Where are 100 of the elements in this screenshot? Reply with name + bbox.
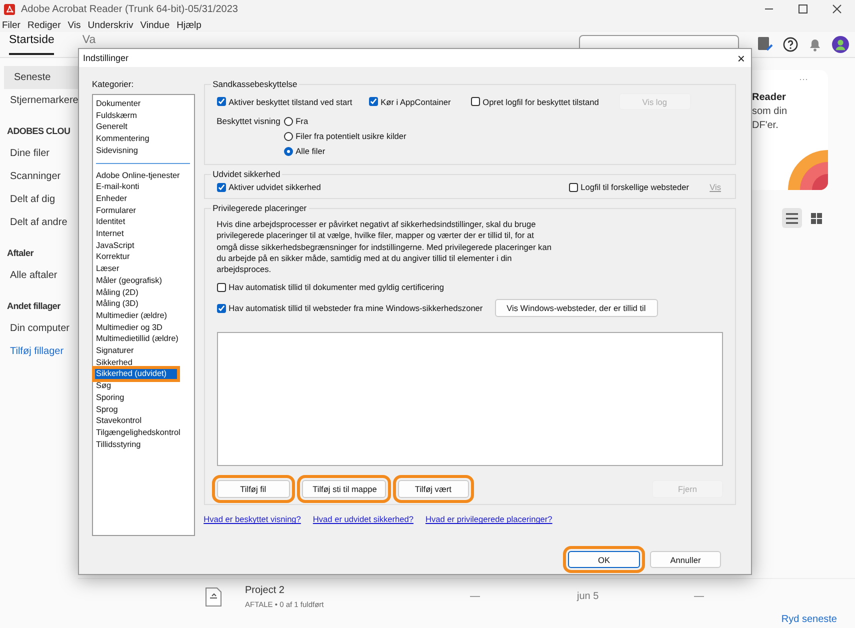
menu-item[interactable]: Underskriv: [88, 20, 134, 30]
checkbox[interactable]: [568, 182, 578, 192]
checkbox-option[interactable]: Kør i AppContainer: [368, 96, 471, 106]
sidebar-item[interactable]: Delt af andre: [0, 211, 78, 234]
checkbox-option[interactable]: Aktiver beskyttet tilstand ved start: [216, 96, 369, 106]
menu-item[interactable]: Filer: [2, 20, 20, 30]
radio-button[interactable]: [284, 146, 293, 156]
card-text: som din: [752, 106, 788, 117]
window-title: Adobe Acrobat Reader (Trunk 64-bit)-05/31/2023: [21, 4, 239, 14]
checkbox-option[interactable]: Opret logfil for beskyttet tilstand: [470, 96, 619, 106]
checkbox[interactable]: [216, 97, 226, 106]
category-item[interactable]: Identitet: [94, 216, 194, 228]
menu-item[interactable]: Vis: [68, 20, 81, 30]
category-item[interactable]: Søg: [94, 380, 194, 392]
category-item[interactable]: Tilgængelighedskontrol: [94, 426, 194, 439]
category-item[interactable]: Dokumenter: [94, 98, 194, 110]
group-title: Privilegerede placeringer: [212, 203, 308, 213]
category-item[interactable]: Multimedietillid (ældre): [94, 333, 194, 346]
sidebar-item[interactable]: Stjernemarkere: [0, 89, 78, 112]
radio-option[interactable]: Fra: [284, 116, 406, 126]
group-title: Sandkassebeskyttelse: [212, 79, 298, 89]
sidebar-item[interactable]: Din computer: [0, 317, 78, 340]
radio-button[interactable]: [284, 116, 293, 126]
sidebar-item[interactable]: Alle aftaler: [0, 264, 78, 287]
table-cell-text: —: [694, 591, 705, 602]
date-cell-text: jun 5: [577, 591, 600, 602]
category-item[interactable]: Signaturer: [94, 345, 194, 357]
category-item[interactable]: E-mail-konti: [94, 181, 194, 193]
help-icon[interactable]: [783, 36, 798, 52]
checkbox-option[interactable]: Aktiver udvidet sikkerhed: [216, 182, 569, 192]
category-item[interactable]: Generelt: [94, 121, 194, 134]
category-item[interactable]: Enheder: [94, 192, 194, 205]
checkbox[interactable]: [216, 282, 226, 292]
checkbox-option[interactable]: Hav automatisk tillid til dokumenter med gyldig certificering: [216, 282, 444, 292]
sidebar-item[interactable]: Seneste: [4, 66, 78, 89]
description-text: Hvis dine arbejdsprocesser er påvirket negativt af sikkerhedsindstillinger, skal du bruge privilegerede placeringer til at vælge, hvilke filer, mapper og værter der er tillid til, for at omgå disse sikkerhedsbegrænsninger for indstillingerne. Med privilegerede placeringer kan du arbejde på en sikker måde, samtidig med at du angiver tillid til elementer i din arbejdsproces.: [216, 219, 552, 276]
category-item[interactable]: Måler (geografisk): [94, 274, 194, 287]
card-title: Reader: [752, 92, 787, 103]
sidebar-link[interactable]: Tilføj fillager: [0, 340, 78, 363]
protected-view-label: Beskyttet visning: [216, 116, 282, 126]
group-title: Udvidet sikkerhed: [212, 169, 282, 179]
menu-item[interactable]: Rediger: [27, 20, 61, 30]
category-item[interactable]: Tillidsstyring: [94, 438, 194, 450]
category-item[interactable]: Sporing: [94, 392, 194, 404]
tab[interactable]: Startside: [9, 34, 54, 55]
category-item[interactable]: Måling (3D): [94, 298, 194, 310]
category-item[interactable]: Korrektur: [94, 251, 194, 264]
help-link[interactable]: Hvad er beskyttet visning?: [204, 514, 301, 524]
category-item[interactable]: Sidevisning: [94, 144, 194, 157]
sidebar-item[interactable]: Dine filer: [0, 142, 78, 165]
sidebar-heading: Aftaler: [6, 247, 35, 260]
help-link[interactable]: Hvad er udvidet sikkerhed?: [312, 514, 414, 524]
sidebar-item[interactable]: Scanninger: [0, 165, 78, 188]
checkbox-option[interactable]: Logfil til forskellige websteder: [568, 182, 710, 192]
checkbox[interactable]: [216, 304, 226, 313]
category-item[interactable]: Sikkerhed (udvidet): [94, 368, 178, 380]
category-item[interactable]: Formularer: [94, 204, 194, 216]
category-item[interactable]: JavaScript: [94, 240, 194, 252]
document-pen-icon[interactable]: [757, 36, 773, 52]
grid-icon: [810, 212, 822, 224]
category-item[interactable]: Internet: [94, 228, 194, 240]
radio-option[interactable]: Filer fra potentielt usikre kilder: [284, 131, 406, 141]
radio-button[interactable]: [284, 132, 293, 140]
checkbox[interactable]: [470, 97, 480, 106]
checkbox[interactable]: [368, 97, 378, 106]
list-view-button[interactable]: [782, 208, 802, 228]
cancel-button[interactable]: Annuller: [650, 551, 721, 568]
dialog-title: Indstillinger: [83, 53, 129, 63]
trusted-sites-button[interactable]: Vis Windows-websteder, der er tillid til: [494, 299, 658, 318]
category-item[interactable]: Multimedier og 3D: [94, 322, 194, 334]
help-link[interactable]: Hvad er privilegerede placeringer?: [425, 514, 552, 524]
sidebar-heading: ADOBES CLOU: [6, 125, 72, 138]
category-item[interactable]: Sikkerhed: [94, 356, 194, 368]
bell-icon[interactable]: [808, 36, 822, 52]
category-item[interactable]: Multimedier (ældre): [94, 310, 194, 322]
category-item[interactable]: Sprog: [94, 404, 194, 416]
category-item[interactable]: Fuldskærm: [94, 110, 194, 122]
file-name[interactable]: Project 2: [245, 584, 470, 596]
close-button[interactable]: ×: [737, 50, 745, 66]
categories-label: Kategorier:: [92, 79, 135, 89]
sidebar-heading: Andet fillager: [6, 300, 62, 313]
checkbox-option[interactable]: Hav automatisk tillid til websteder fra mine Windows-sikkerhedszoner: [216, 303, 483, 314]
app-logo-icon: [4, 4, 15, 14]
maximize-icon[interactable]: [798, 4, 808, 14]
avatar-icon[interactable]: [832, 36, 849, 52]
category-item[interactable]: Måling (2D): [94, 286, 194, 298]
document-icon: [205, 586, 222, 606]
menu-item[interactable]: Hjælp: [176, 20, 202, 30]
category-item[interactable]: Stavekontrol: [94, 415, 194, 427]
menu-item[interactable]: Vindue: [140, 20, 170, 30]
more-menu[interactable]: ···: [799, 74, 808, 84]
radio-option[interactable]: Alle filer: [284, 146, 406, 156]
sidebar-item[interactable]: Delt af dig: [0, 188, 78, 211]
checkbox[interactable]: [216, 182, 226, 192]
list-icon: [786, 212, 798, 224]
category-item[interactable]: Læser: [94, 263, 194, 275]
category-item[interactable]: Adobe Online-tjenester: [94, 170, 194, 182]
clear-recent-link[interactable]: Ryd seneste: [781, 614, 855, 628]
close-icon[interactable]: [832, 4, 842, 14]
category-item[interactable]: Kommentering: [94, 133, 194, 145]
